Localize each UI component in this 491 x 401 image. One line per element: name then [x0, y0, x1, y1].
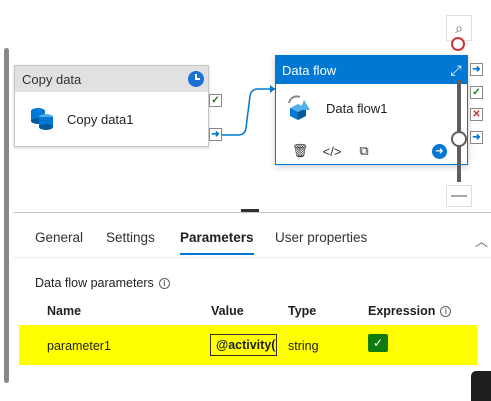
delete-icon[interactable]: 🗑: [291, 142, 309, 160]
column-header-expression: Expression i: [368, 304, 452, 318]
pipeline-canvas[interactable]: Copy data Copy data1 ✓ ➜ Data flow Data …: [0, 0, 491, 383]
info-icon[interactable]: i: [158, 277, 170, 289]
dataflow-activity[interactable]: Data flow Data flow1 🗑 </> ⧉ ➜: [275, 55, 468, 165]
success-output-icon[interactable]: ✓: [209, 94, 222, 107]
corner-widget[interactable]: [471, 371, 491, 401]
zoom-indicator-icon[interactable]: [451, 37, 465, 51]
column-header-value: Value: [211, 304, 244, 318]
completion-output-icon[interactable]: ➜: [209, 128, 222, 141]
activity-name: Copy data1: [67, 111, 134, 127]
dataflow-icon: [288, 95, 310, 120]
section-title: Data flow parameters i: [35, 276, 170, 290]
open-arrow-icon[interactable]: ➜: [432, 144, 447, 159]
tab-general[interactable]: General: [35, 230, 83, 253]
fit-to-screen-icon[interactable]: ⤢: [445, 60, 467, 80]
collapse-chevron-icon[interactable]: ︿: [475, 231, 488, 250]
activity-type-label: Copy data: [22, 71, 82, 87]
splitter-grip-icon[interactable]: [241, 209, 259, 212]
zoom-out-button[interactable]: —: [446, 185, 472, 207]
tab-parameters[interactable]: Parameters: [180, 230, 254, 255]
completion-output-icon[interactable]: ➜: [470, 131, 483, 144]
column-header-name: Name: [47, 304, 82, 318]
success-output-icon[interactable]: ✓: [470, 86, 483, 99]
clock-icon[interactable]: [188, 71, 204, 87]
tab-settings[interactable]: Settings: [106, 230, 155, 253]
parameter-value-input[interactable]: @activity('Copy data1').output: [210, 334, 277, 356]
parameter-name: parameter1: [47, 339, 111, 353]
copy-data-activity[interactable]: Copy data Copy data1: [14, 65, 209, 147]
info-icon[interactable]: i: [440, 305, 452, 317]
database-copy-icon: [31, 108, 53, 130]
code-icon[interactable]: </>: [323, 142, 342, 160]
properties-tabs: General Settings Parameters User propert…: [14, 222, 491, 258]
column-header-type: Type: [288, 304, 317, 318]
parameter-type: string: [288, 339, 319, 353]
activity-type-label: Data flow: [282, 62, 337, 78]
zoom-slider-thumb[interactable]: [451, 131, 467, 147]
skipped-output-icon[interactable]: ➜: [470, 63, 483, 76]
tab-user-properties[interactable]: User properties: [275, 230, 367, 253]
failure-output-icon[interactable]: ✕: [470, 108, 483, 121]
activity-name: Data flow1: [326, 100, 388, 116]
copy-icon[interactable]: ⧉: [355, 142, 373, 160]
panel-splitter[interactable]: [14, 212, 491, 213]
expression-checkbox[interactable]: ✓: [368, 334, 388, 352]
